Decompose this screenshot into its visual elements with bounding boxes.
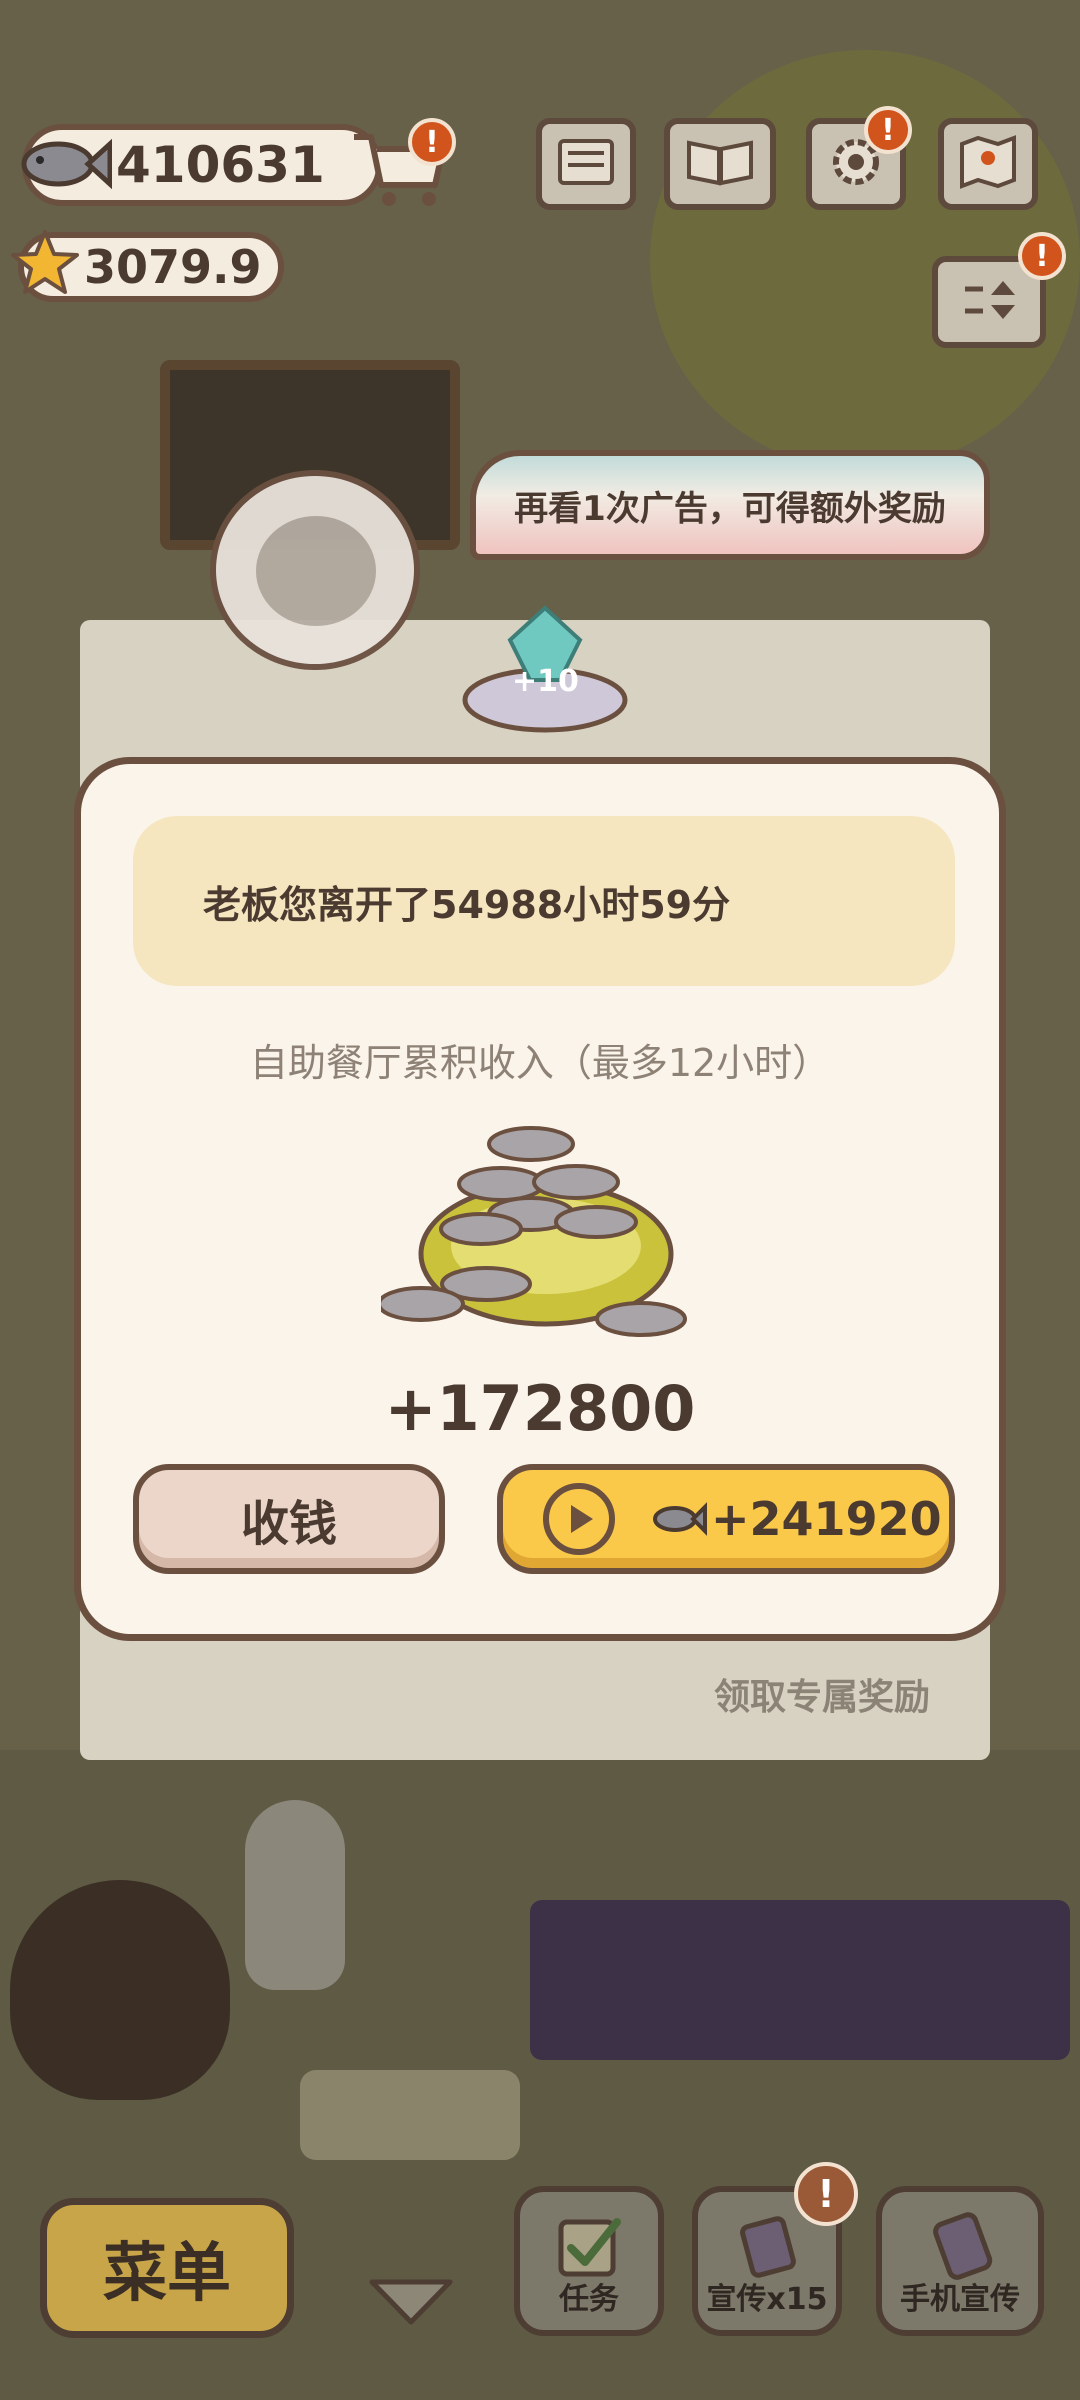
book-icon [685,137,755,191]
sort-arrows-icon [959,275,1019,329]
newspaper-button[interactable] [536,118,636,210]
settings-alert-badge: ! [864,106,912,154]
away-time-text: 老板您离开了54988小时59分 [203,882,731,927]
gem-reward-stand: +10 [460,600,630,740]
star-icon [10,228,80,298]
menu-label: 菜单 [103,2237,231,2311]
promotion-alert-badge: ! [794,2162,858,2226]
scene-cauldron [10,1880,230,2100]
checkbox-icon [555,2212,625,2282]
chevron-down-icon[interactable] [368,2276,454,2326]
shop-alert-badge: ! [408,118,456,166]
offline-income-amount: +172800 [384,1372,696,1445]
gem-bonus-value: +10 [512,664,579,699]
play-video-icon [543,1483,615,1555]
phone-promotion-label: 手机宣传 [900,2282,1020,2317]
star-currency-value: 3079.9 [84,240,262,294]
fish-icon [651,1499,707,1539]
scene-rabbit [245,1800,345,1990]
away-time-notice: 老板您离开了54988小时59分 [133,816,955,986]
map-button[interactable] [938,118,1038,210]
fish-icon [14,118,114,208]
scene-table [530,1900,1070,2060]
phone-icon [928,2212,998,2282]
astronaut-cat-illustration [210,470,420,670]
tasks-button[interactable]: 任务 [514,2186,664,2336]
offline-income-dialog: 老板您离开了54988小时59分 自助餐厅累积收入（最多12小时） +17280… [74,757,1006,1641]
tasks-label: 任务 [559,2282,619,2317]
cat-face [256,516,376,626]
promo-card-icon [733,2212,803,2282]
sort-alert-badge: ! [1018,232,1066,280]
cat-book-button[interactable] [664,118,776,210]
menu-button[interactable]: 菜单 [40,2198,294,2338]
phone-promotion-button[interactable]: 手机宣传 [876,2186,1044,2336]
fish-currency-value: 410631 [116,136,325,194]
map-icon [958,134,1018,194]
ad-bonus-text: 再看1次广告，可得额外奖励 [514,488,946,529]
buffet-income-subtitle: 自助餐厅累积收入（最多12小时） [249,1041,831,1085]
collect-money-button[interactable]: 收钱 [133,1464,445,1574]
collect-money-label: 收钱 [240,1496,337,1552]
watch-ad-double-button[interactable]: +241920 [497,1464,955,1574]
ad-bonus-banner: 再看1次广告，可得额外奖励 [470,450,990,560]
exclusive-reward-text: 领取专属奖励 [713,1677,930,1718]
newspaper-icon [556,137,616,191]
ad-reward-amount: +241920 [711,1492,942,1546]
scene-rug [300,2070,520,2160]
promotion-label: 宣传x15 [706,2282,828,2317]
fish-pile-illustration [377,1104,711,1374]
